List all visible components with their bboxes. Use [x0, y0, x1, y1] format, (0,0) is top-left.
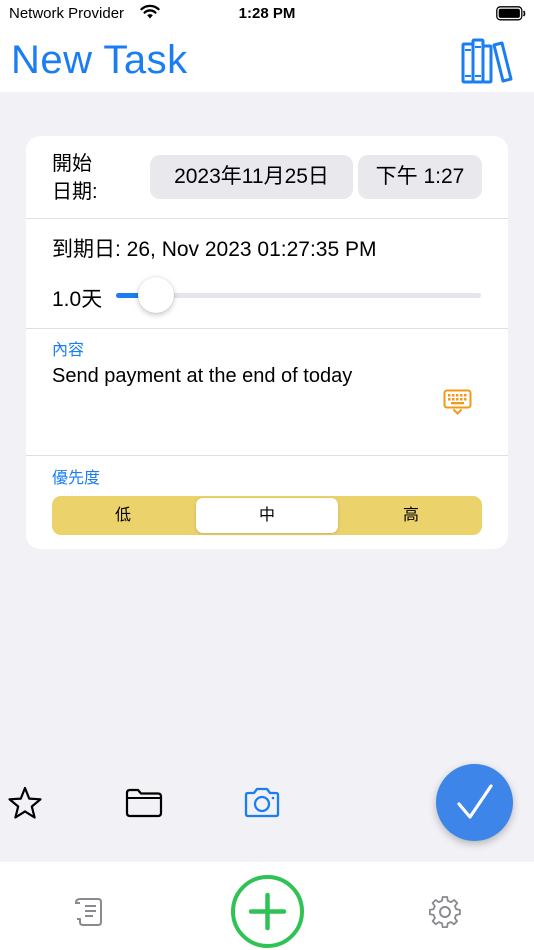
- start-date-label-line2: 日期:: [52, 181, 98, 203]
- priority-option-high[interactable]: 高: [340, 496, 482, 535]
- star-icon[interactable]: [7, 786, 43, 820]
- folder-icon[interactable]: [125, 788, 163, 818]
- task-form-card: 開始 日期: 2023年11月25日 下午 1:27 到期日: 26, Nov …: [26, 136, 508, 549]
- content-input[interactable]: Send payment at the end of today: [52, 365, 352, 388]
- battery-icon: [496, 6, 526, 21]
- divider: [26, 218, 508, 219]
- priority-option-medium[interactable]: 中: [196, 498, 338, 533]
- checkmark-icon: [457, 784, 493, 819]
- duration-label: 1.0天: [52, 288, 103, 311]
- status-bar: Network Provider 1:28 PM: [0, 0, 534, 28]
- start-time-picker[interactable]: 下午 1:27: [358, 155, 482, 199]
- start-date-picker[interactable]: 2023年11月25日: [150, 155, 353, 199]
- start-date-label: 開始 日期:: [52, 150, 98, 206]
- navigation-bar: New Task: [0, 28, 534, 92]
- plus-icon: [248, 892, 287, 931]
- due-date-text: 到期日: 26, Nov 2023 01:27:35 PM: [52, 238, 377, 261]
- content-caption: 內容: [52, 342, 85, 359]
- priority-segmented-control[interactable]: 低 中 高: [52, 496, 482, 535]
- divider: [26, 455, 508, 456]
- scroll-icon[interactable]: [74, 895, 106, 927]
- divider: [26, 328, 508, 329]
- keyboard-icon[interactable]: [443, 389, 473, 415]
- status-time: 1:28 PM: [238, 5, 296, 22]
- tab-bar: [0, 862, 534, 950]
- priority-caption: 優先度: [52, 470, 101, 487]
- add-task-button[interactable]: [231, 875, 304, 948]
- priority-option-low[interactable]: 低: [52, 496, 194, 535]
- start-date-label-line1: 開始: [52, 153, 92, 175]
- duration-slider-thumb[interactable]: [138, 277, 175, 313]
- library-icon[interactable]: [461, 38, 517, 84]
- confirm-button[interactable]: [436, 764, 513, 841]
- gear-icon[interactable]: [429, 896, 461, 928]
- page-title: New Task: [11, 38, 188, 82]
- camera-icon[interactable]: [242, 786, 282, 820]
